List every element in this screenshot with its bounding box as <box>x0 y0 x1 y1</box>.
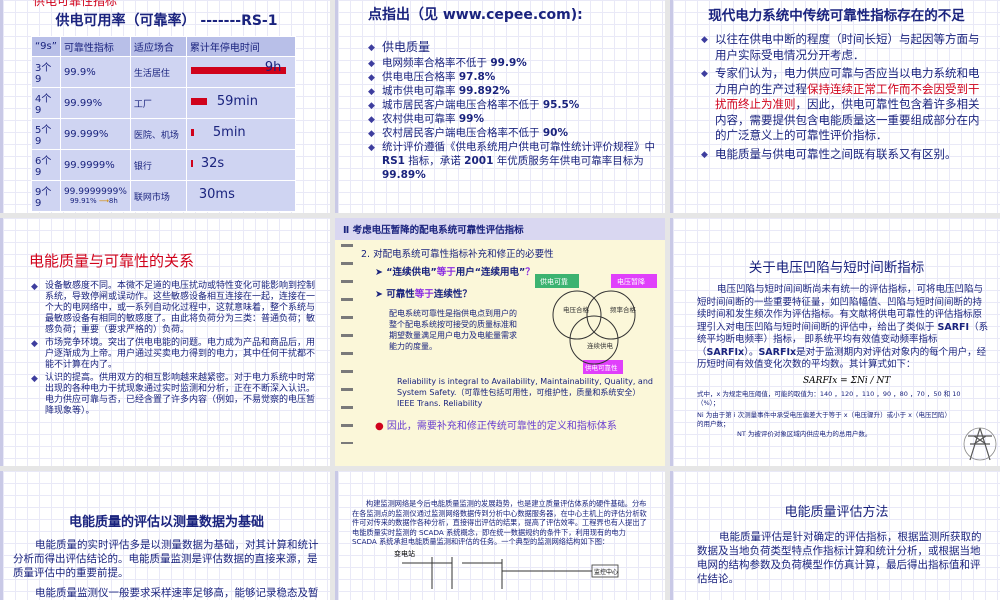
paragraph-2: 电能质量监测仪一般要求采样速率足够高，能够记录稳态及暂态的电压电流波形。测量精度… <box>35 587 319 599</box>
conclusion: ● 因此，需要补充和修正传统可靠性的定义和指标体系 <box>375 421 617 432</box>
definition-text: 配电系统可靠性是指供电点到用户的整个配电系统按可接受的质量标准和期望数量满足用户… <box>389 309 517 351</box>
slide-subtitle: 2. 对配电系统可靠性指标补充和修正的必要性 <box>361 249 554 260</box>
english-quote: Reliability is integral to Availability,… <box>397 377 653 408</box>
outage-bar <box>190 98 207 105</box>
outage-bar <box>190 129 194 136</box>
value-cell: 99.99% <box>59 87 131 119</box>
list-item: 农村供电可靠率 99% <box>368 112 655 127</box>
outage-time: 32s <box>200 156 225 171</box>
table-row: 6个9 99.9999% 银行 32s <box>31 149 297 181</box>
list-item: 城市供电可靠率 99.892% <box>368 84 655 99</box>
network-diagram: 变电站 监控中心 <box>352 549 651 589</box>
value-cell: 99.9999% <box>59 149 131 181</box>
slide-measurement-basis[interactable]: 电能质量的评估以测量数据为基础 电能质量的实时评估多是以测量数据为基础，对其计算… <box>0 471 330 600</box>
slide-evaluation-method[interactable]: 电能质量评估方法 电能质量评估是针对确定的评估指标，根据监测所获取的数据及当地负… <box>670 471 1000 600</box>
note-right: 8h <box>108 197 118 205</box>
venn-circle-continuity <box>569 315 619 365</box>
nines-cell: 5个9 <box>31 118 61 150</box>
slide-title: 电能质量的评估以测量数据为基础 <box>68 515 264 530</box>
slide-sag-reliability-index[interactable]: Ⅱ 考虑电压暂降的配电系统可靠性评估指标 2. 对配电系统可靠性指标补充和修正的… <box>335 218 665 466</box>
list-item: 统计评价遵循《供电系统用户供电可靠性统计评价规程》中 RS1 指标，承诺 200… <box>368 140 655 182</box>
venn-circle-frequency <box>586 290 636 340</box>
formula-note-2: Ni 为由于第 i 次测量事件中承受电压偏差大于等于 x（电压骤升）或小于 x（… <box>697 410 948 428</box>
list-item: 设备敏感度不同。本微不足道的电压扰动或特性变化可能影响到控制系统，导致停闸或误动… <box>31 281 320 336</box>
relation-list: 设备敏感度不同。本微不足道的电压扰动或特性变化可能影响到控制系统，导致停闸或误动… <box>31 281 320 417</box>
slide-title: 点指出（见 www.cepee.com): <box>368 7 583 23</box>
nines-cell: 3个9 <box>31 56 61 88</box>
venn-diagram: 供电可靠 电压暂降 电压合格 频率合格 连续供电 供电可靠性 <box>535 274 657 374</box>
nines-cell: 9个9 <box>31 180 61 212</box>
header-cell: “9s” <box>31 36 61 57</box>
venn-label-top-left: 供电可靠 <box>540 277 568 286</box>
slide-monitoring-network[interactable]: 构建监测网络是今后电能质量监测的发展趋势，也是建立质量评估体系的硬件基础。分布在… <box>335 471 665 600</box>
usage-cell: 医院、机场 <box>129 118 187 150</box>
table-row: 5个9 99.999% 医院、机场 5min <box>31 118 297 150</box>
slide-title: 电能质量评估方法 <box>784 505 889 520</box>
venn-label-c3: 连续供电 <box>587 341 614 350</box>
note-left: 99.91% <box>69 197 97 205</box>
list-item: 电能质量与供电可靠性之间既有联系又有区别。 <box>701 147 990 163</box>
paragraph: 电能质量评估是针对确定的评估指标，根据监测所获取的数据及当地负荷类型特点作指标计… <box>697 531 982 585</box>
formula-note-3: NT 为被评价对象区域内供应电力的总用户数。 <box>737 429 872 438</box>
slide-title-cut: 供电可靠性指标 <box>33 0 118 8</box>
list-item: 农村居民客户端电压合格率不低于 90% <box>368 126 655 141</box>
slide-sag-indicators[interactable]: 关于电压凹陷与短时间断指标 电压凹陷与短时间间断尚未有统一的评估指标，可将电压凹… <box>670 218 1000 466</box>
transmission-tower-icon <box>963 427 997 461</box>
slide-quality-reliability-relation[interactable]: 电能质量与可靠性的关系 设备敏感度不同。本微不足道的电压扰动或特性变化可能影响到… <box>0 218 330 466</box>
value-cell: 99.999% <box>59 118 131 150</box>
body-text: 电压凹陷与短时间间断尚未有统一的评估指标，可将电压凹陷与短时间间断的一些重要特征… <box>697 284 989 370</box>
usage-cell: 工厂 <box>129 87 187 119</box>
venn-label-c2: 频率合格 <box>610 305 637 314</box>
paragraph: 构建监测网络是今后电能质量监测的发展趋势，也是建立质量评估体系的硬件基础。分布在… <box>352 499 647 547</box>
table-row: 9个9 99.9999999% 99.91% ⟶8h 联网市场 30ms <box>31 180 297 212</box>
slide-title: 电能质量与可靠性的关系 <box>29 252 195 270</box>
nines-cell: 4个9 <box>31 87 61 119</box>
slide-title: 现代电力系统中传统可靠性指标存在的不足 <box>708 8 965 24</box>
list-head: 供电质量 <box>368 40 655 55</box>
outage-time: 5min <box>212 125 246 140</box>
usage-cell: 联网市场 <box>129 180 187 212</box>
nines-cell: 6个9 <box>31 149 61 181</box>
slide-header: Ⅱ 考虑电压暂降的配电系统可靠性评估指标 <box>335 218 665 240</box>
paragraph-1: 电能质量的实时评估多是以测量数据为基础，对其计算和统计分析而得出评估结论的。电能… <box>13 539 319 579</box>
list-item: 认识的提高。供用双方的相互影响越来越紧密。对于电力系统中时常出现的各种电力干扰现… <box>31 373 320 417</box>
list-item: 电网频率合格率不低于 99.9% <box>368 56 655 71</box>
usage-cell: 银行 <box>129 149 187 181</box>
formula: SARFIx = ΣNi / NT <box>803 375 891 386</box>
list-item: 市场竞争环境。突出了供电电能的问题。电力成为产品和商品后，用户逐渐成为上帝。用户… <box>31 338 320 371</box>
outage-bar <box>190 160 193 167</box>
table-header-row: “9s” 可靠性指标 适应场合 累计年停电时间 <box>31 36 297 57</box>
header-cell: 累计年停电时间 <box>185 36 297 57</box>
value-cell: 99.9% <box>59 56 131 88</box>
list-item: 城市居民客户端电压合格率不低于 95.5% <box>368 98 655 113</box>
header-cell: 可靠性指标 <box>59 36 131 57</box>
venn-label-c1: 电压合格 <box>563 305 590 314</box>
value-cell: 99.9999999% <box>63 187 127 197</box>
reliability-table: “9s” 可靠性指标 适应场合 累计年停电时间 3个9 99.9% 生活居住 9… <box>31 36 297 212</box>
outage-time: 9h <box>264 60 282 75</box>
list-item: 以往在供电中断的程度（时间长短）与起因等方面与用户实际受电情况分开考虑． <box>701 32 990 63</box>
list-item: 专家们认为，电力供应可靠与否应当以电力系统和电力用户的生产过程保持连续正常工作而… <box>701 66 990 144</box>
table-row: 3个9 99.9% 生活居住 9h <box>31 56 297 88</box>
list-item: 供电电压合格率 97.8% <box>368 70 655 85</box>
shortcomings-list: 以往在供电中断的程度（时间长短）与起因等方面与用户实际受电情况分开考虑． 专家们… <box>701 32 990 162</box>
venn-label-top-right: 电压暂降 <box>617 277 645 286</box>
slide-traditional-shortcomings[interactable]: 现代电力系统中传统可靠性指标存在的不足 以往在供电中断的程度（时间长短）与起因等… <box>670 0 1000 213</box>
control-center-label: 监控中心 <box>594 568 619 576</box>
slide-supply-quality[interactable]: 点指出（见 www.cepee.com): 供电质量 电网频率合格率不低于 99… <box>335 0 665 213</box>
binder-rings <box>341 244 353 444</box>
outage-time: 59min <box>216 94 258 109</box>
slide-title: 供电可用率（可靠率） -------RS-1 <box>55 13 278 29</box>
header-cell: 适应场合 <box>129 36 187 57</box>
table-row: 4个9 99.99% 工厂 59min <box>31 87 297 119</box>
formula-note-1: 式中，x 为规定电压阈值，可能的取值为：140 ，120 ，110 ，90 ，8… <box>697 389 961 407</box>
venn-label-bottom: 供电可靠性 <box>585 363 618 372</box>
usage-cell: 生活居住 <box>129 56 187 88</box>
slide-reliability-table[interactable]: 供电可靠性指标 供电可用率（可靠率） -------RS-1 “9s” 可靠性指… <box>0 0 330 213</box>
quality-list: 供电质量 电网频率合格率不低于 99.9% 供电电压合格率 97.8% 城市供电… <box>368 40 655 182</box>
slide-title: 关于电压凹陷与短时间断指标 <box>748 260 925 276</box>
outage-time: 30ms <box>198 187 235 202</box>
